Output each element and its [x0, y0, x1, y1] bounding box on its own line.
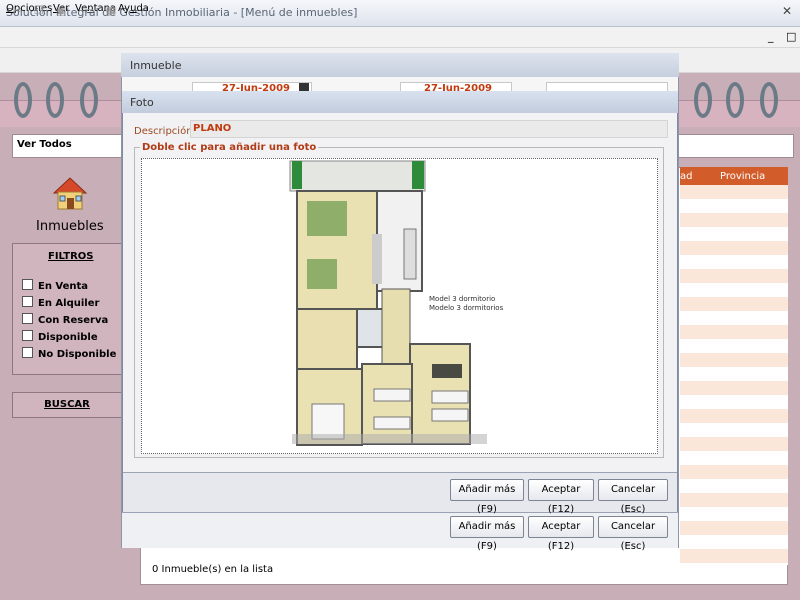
binder-ring-icon — [14, 82, 32, 118]
list-count: 0 Inmueble(s) en la lista — [152, 564, 274, 575]
menu-ayuda-pre: Ay — [118, 3, 131, 14]
filter-label: Con Reserva — [38, 315, 109, 326]
filter-disponible[interactable]: Disponible — [22, 330, 98, 343]
foto-dialog-title: Foto — [130, 96, 154, 109]
inmueble-dialog-title: Inmueble — [130, 59, 182, 72]
column-header-ad[interactable]: ad — [680, 171, 692, 182]
binder-ring-icon — [46, 82, 64, 118]
description-value: PLANO — [193, 123, 232, 134]
plan-label: Modelo 3 dormitorios — [429, 304, 504, 312]
inmueble-dialog-titlebar — [121, 53, 679, 77]
window-close-button[interactable]: ✕ — [776, 2, 798, 20]
filters-title: FILTROS — [48, 251, 94, 262]
filter-con-reserva[interactable]: Con Reserva — [22, 313, 108, 326]
column-header-provincia[interactable]: Provincia — [720, 171, 765, 182]
cancel-button[interactable]: Cancelar (Esc) — [598, 479, 668, 515]
cut-icon[interactable]: ✂ — [10, 4, 24, 18]
search-button[interactable]: BUSCAR — [12, 392, 122, 418]
binder-ring-icon — [80, 82, 98, 118]
accept-button[interactable]: Aceptar (F12) — [528, 479, 594, 515]
menu-ayuda-rest: da — [136, 3, 149, 14]
checkbox[interactable] — [22, 279, 33, 290]
plan-label: Model 3 dormitorio — [429, 295, 495, 303]
photo-group-label: Doble clic para añadir una foto — [140, 142, 319, 153]
filter-label: Disponible — [38, 332, 98, 343]
tile-icon[interactable]: ▦ — [104, 4, 118, 18]
photo-area[interactable]: Model 3 dormitorio Modelo 3 dormitorios — [141, 158, 658, 454]
house-icon — [50, 173, 90, 213]
binder-ring-icon — [694, 82, 712, 118]
binder-ring-icon — [760, 82, 778, 118]
list-rows — [680, 185, 788, 565]
checkbox[interactable] — [22, 330, 33, 341]
checkbox[interactable] — [22, 313, 33, 324]
paste-icon[interactable]: ▣ — [54, 4, 68, 18]
description-field[interactable] — [190, 120, 668, 138]
binder-ring-icon — [726, 82, 744, 118]
filter-label: En Venta — [38, 281, 89, 292]
window-icon[interactable]: ▭ — [82, 4, 96, 18]
menu-ayuda[interactable]: Ayuda — [118, 3, 149, 14]
inmueble-dialog-footer — [122, 512, 678, 548]
add-more-button[interactable]: Añadir más (F9) — [450, 479, 524, 515]
ver-todos-label[interactable]: Ver Todos — [17, 139, 72, 150]
filter-en-alquiler[interactable]: En Alquiler — [22, 296, 99, 309]
copy-icon[interactable]: ❐ — [32, 4, 46, 18]
filter-label: En Alquiler — [38, 298, 100, 309]
mdi-close-button[interactable]: □ — [786, 30, 796, 43]
foto-dialog-titlebar — [122, 91, 678, 113]
menu-bar — [0, 27, 800, 48]
checkbox[interactable] — [22, 347, 33, 358]
filter-label: No Disponible — [38, 349, 117, 360]
mdi-minimize-button[interactable]: _ — [768, 30, 774, 43]
checkbox[interactable] — [22, 296, 33, 307]
floor-plan-image: Model 3 dormitorio Modelo 3 dormitorios — [289, 160, 504, 446]
filter-no-disponible[interactable]: No Disponible — [22, 347, 116, 360]
section-title: Inmuebles — [36, 219, 104, 234]
description-label: Descripción — [134, 126, 193, 137]
filter-en-venta[interactable]: En Venta — [22, 279, 88, 292]
